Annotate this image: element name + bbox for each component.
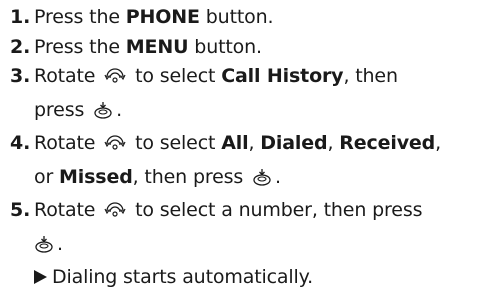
step-text: Press the xyxy=(34,6,126,28)
step-text: press xyxy=(34,98,85,121)
step-text: . xyxy=(57,232,63,255)
step-text: to select xyxy=(135,65,216,87)
step-1: 1. Press the PHONE button. xyxy=(10,3,472,33)
interface-dial-press-icon xyxy=(34,234,54,264)
call-history-label: Call History xyxy=(221,65,344,87)
step-text: , xyxy=(248,132,255,154)
step-text: to select a number, then press xyxy=(135,199,423,221)
step-text: button. xyxy=(199,6,274,28)
step-text: . xyxy=(275,165,281,188)
step-text: Rotate xyxy=(34,65,96,87)
step-5: 5. Rotate to select a number, then press… xyxy=(10,196,472,263)
option-dialed-label: Dialed xyxy=(260,132,328,154)
step-text: , xyxy=(327,132,334,154)
step-number: 4. xyxy=(10,132,31,154)
interface-dial-rotate-icon xyxy=(104,66,126,96)
step-number: 2. xyxy=(10,35,31,58)
phone-button-label: PHONE xyxy=(125,6,200,28)
step-text: or xyxy=(34,165,54,188)
result-text: Dialing starts automatically. xyxy=(52,266,313,288)
instruction-list: 1. Press the PHONE button. 2. Press the … xyxy=(10,3,472,293)
step-text: Press the xyxy=(34,35,126,58)
step-result: Dialing starts automatically. xyxy=(10,263,472,293)
step-text: Rotate xyxy=(34,132,96,154)
step-text: , then press xyxy=(132,165,244,188)
step-4: 4. Rotate to select All, Dialed, Receive… xyxy=(10,129,472,196)
step-text: button. xyxy=(188,35,262,58)
step-text: , xyxy=(435,132,442,154)
step-2: 2. Press the MENU button. xyxy=(10,33,472,63)
step-text: to select xyxy=(135,132,216,154)
menu-button-label: MENU xyxy=(125,35,189,58)
step-number: 3. xyxy=(10,65,31,87)
option-received-label: Received xyxy=(339,132,436,154)
interface-dial-rotate-icon xyxy=(104,133,126,163)
interface-dial-press-icon xyxy=(93,100,113,130)
step-text: Rotate xyxy=(34,199,96,221)
step-text: , then xyxy=(343,65,398,87)
interface-dial-press-icon xyxy=(252,167,272,197)
step-text: . xyxy=(116,98,122,121)
step-number: 1. xyxy=(10,6,31,28)
option-missed-label: Missed xyxy=(59,165,133,188)
result-arrow-icon xyxy=(34,270,47,284)
step-number: 5. xyxy=(10,199,31,221)
step-3: 3. Rotate to select Call History, then p… xyxy=(10,62,472,129)
interface-dial-rotate-icon xyxy=(104,200,126,230)
option-all-label: All xyxy=(221,132,249,154)
